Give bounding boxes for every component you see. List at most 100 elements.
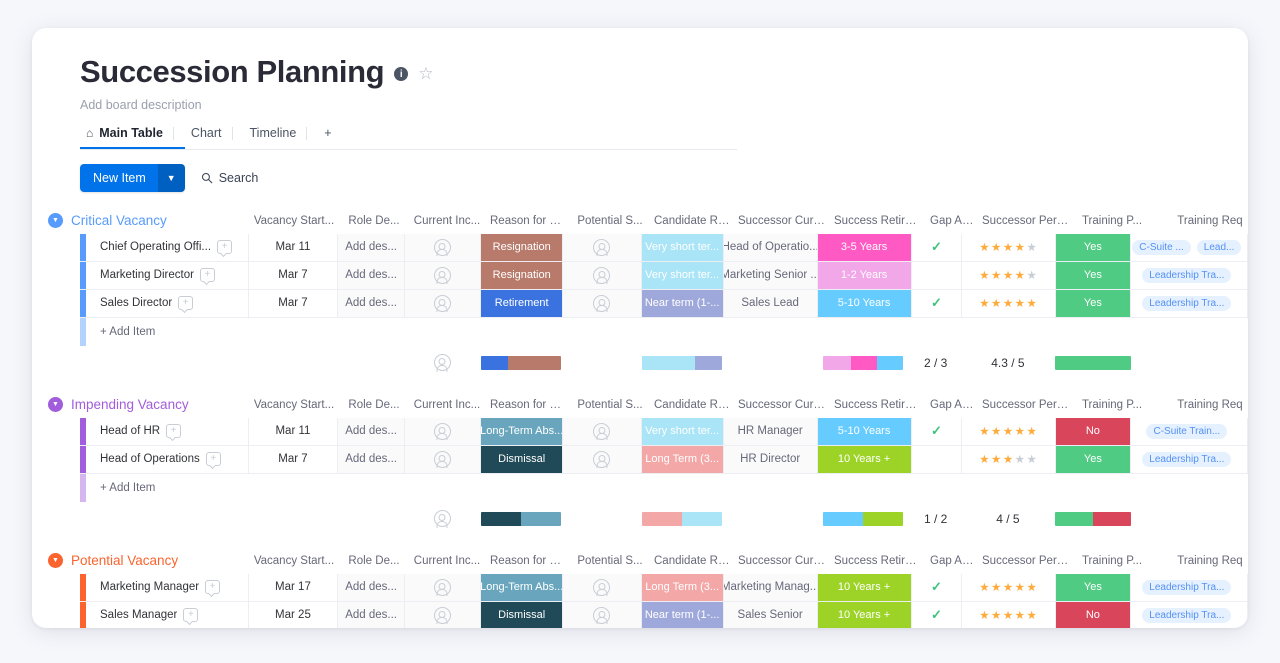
- column-header-retirement[interactable]: Success Retirem...: [830, 555, 926, 567]
- current-incumbent-avatar[interactable]: [433, 450, 451, 468]
- cell-current-incumbent[interactable]: [404, 445, 482, 473]
- cell-reason-for-replacement[interactable]: Resignation: [481, 261, 564, 289]
- cell-potential-successor[interactable]: [563, 445, 642, 473]
- column-header-role[interactable]: Role De...: [340, 555, 408, 567]
- cell-training-required[interactable]: Leadership Tra...: [1131, 573, 1248, 601]
- cell-reason-for-replacement[interactable]: Resignation: [481, 233, 564, 261]
- training-tag[interactable]: Leadership Tra...: [1142, 607, 1232, 623]
- column-header-performance[interactable]: Successor Perfo...: [978, 555, 1074, 567]
- cell-vacancy-start[interactable]: Mar 11: [249, 233, 339, 261]
- cell-gap-analysis[interactable]: ✓: [912, 417, 963, 445]
- column-header-training_p[interactable]: Training P...: [1074, 555, 1150, 567]
- cell-success-retirement[interactable]: 10 Years +: [817, 601, 912, 628]
- potential-successor-avatar[interactable]: [593, 238, 611, 256]
- group-collapse-toggle[interactable]: ▼: [48, 397, 63, 413]
- cell-current-incumbent[interactable]: [404, 417, 482, 445]
- cell-successor-current-role[interactable]: HR Manager: [723, 417, 818, 445]
- column-header-training_req[interactable]: Training Req: [1150, 399, 1248, 411]
- cell-role-description[interactable]: Add des...: [338, 417, 405, 445]
- cell-role-description[interactable]: Add des...: [338, 233, 405, 261]
- cell-candidate-readiness[interactable]: Long Term (3...: [641, 445, 724, 473]
- cell-role-description[interactable]: Add des...: [338, 445, 405, 473]
- add-update-icon[interactable]: +: [217, 240, 233, 255]
- column-header-potential[interactable]: Potential S...: [570, 555, 650, 567]
- star-icon[interactable]: ☆: [418, 64, 433, 84]
- cell-vacancy-start[interactable]: Mar 7: [249, 445, 339, 473]
- column-header-role[interactable]: Role De...: [340, 399, 408, 411]
- table-row[interactable]: Head of HR + Mar 11 Add des... Long-Term Abs…: [80, 417, 1248, 446]
- cell-training-provided[interactable]: No: [1056, 417, 1131, 445]
- cell-role-description[interactable]: Add des...: [338, 601, 405, 628]
- cell-success-retirement[interactable]: 3-5 Years: [817, 233, 912, 261]
- cell-gap-analysis[interactable]: ✓: [912, 601, 963, 628]
- cell-success-retirement[interactable]: 10 Years +: [817, 573, 912, 601]
- cell-vacancy-start[interactable]: Mar 25: [249, 601, 339, 628]
- cell-reason-for-replacement[interactable]: Long-Term Abs...: [481, 573, 564, 601]
- cell-item-name[interactable]: Chief Operating Offi... +: [86, 233, 249, 261]
- add-update-icon[interactable]: +: [183, 608, 199, 623]
- cell-successor-current-role[interactable]: Marketing Senior ...: [723, 261, 818, 289]
- add-update-icon[interactable]: +: [178, 296, 194, 311]
- column-header-incumbent[interactable]: Current Inc...: [408, 555, 486, 567]
- cell-vacancy-start[interactable]: Mar 7: [249, 261, 339, 289]
- cell-item-name[interactable]: Head of Operations +: [86, 445, 249, 473]
- cell-success-retirement[interactable]: 10 Years +: [817, 445, 912, 473]
- cell-reason-for-replacement[interactable]: Dismissal: [481, 601, 564, 628]
- column-header-readiness[interactable]: Candidate Re...: [650, 555, 734, 567]
- tab-add-view[interactable]: +: [306, 119, 353, 149]
- column-header-retirement[interactable]: Success Retirem...: [830, 215, 926, 227]
- cell-successor-current-role[interactable]: Marketing Manag...: [723, 573, 818, 601]
- cell-role-description[interactable]: Add des...: [338, 289, 405, 317]
- cell-training-provided[interactable]: Yes: [1056, 233, 1131, 261]
- cell-success-retirement[interactable]: 1-2 Years: [817, 261, 912, 289]
- cell-candidate-readiness[interactable]: Long Term (3...: [641, 573, 724, 601]
- cell-success-retirement[interactable]: 5-10 Years: [817, 417, 912, 445]
- cell-vacancy-start[interactable]: Mar 7: [249, 289, 339, 317]
- cell-current-incumbent[interactable]: [404, 601, 482, 628]
- current-incumbent-avatar[interactable]: [433, 266, 451, 284]
- column-header-role[interactable]: Role De...: [340, 215, 408, 227]
- cell-current-incumbent[interactable]: [404, 233, 482, 261]
- potential-successor-avatar[interactable]: [593, 422, 611, 440]
- add-update-icon[interactable]: +: [166, 424, 182, 439]
- column-header-potential[interactable]: Potential S...: [570, 399, 650, 411]
- training-tag[interactable]: C-Suite ...: [1132, 239, 1191, 255]
- current-incumbent-avatar[interactable]: [433, 422, 451, 440]
- column-header-training_req[interactable]: Training Req: [1150, 215, 1248, 227]
- potential-successor-avatar[interactable]: [593, 266, 611, 284]
- board-description[interactable]: Add board description: [80, 98, 1248, 112]
- cell-successor-current-role[interactable]: HR Director: [723, 445, 818, 473]
- cell-candidate-readiness[interactable]: Very short ter...: [641, 417, 724, 445]
- cell-successor-performance[interactable]: ★★★★★: [962, 261, 1057, 289]
- current-incumbent-avatar[interactable]: [433, 294, 451, 312]
- cell-successor-performance[interactable]: ★★★★★: [962, 289, 1057, 317]
- column-header-potential[interactable]: Potential S...: [570, 215, 650, 227]
- training-tag[interactable]: Leadership Tra...: [1142, 267, 1232, 283]
- potential-successor-avatar[interactable]: [593, 294, 611, 312]
- cell-training-required[interactable]: C-Suite Train...: [1131, 417, 1248, 445]
- cell-training-provided[interactable]: Yes: [1056, 573, 1131, 601]
- column-header-performance[interactable]: Successor Perfo...: [978, 215, 1074, 227]
- potential-successor-avatar[interactable]: [593, 606, 611, 624]
- table-row[interactable]: Chief Operating Offi... + Mar 11 Add des...…: [80, 233, 1248, 262]
- add-update-icon[interactable]: +: [199, 268, 215, 283]
- summary-avatar[interactable]: [433, 510, 451, 528]
- column-header-reason[interactable]: Reason for Rep...: [486, 399, 570, 411]
- cell-training-required[interactable]: Leadership Tra...: [1131, 445, 1248, 473]
- table-area[interactable]: ▼ Critical Vacancy Vacancy Start... Role De…: [32, 208, 1248, 628]
- cell-potential-successor[interactable]: [563, 289, 642, 317]
- tab-chart[interactable]: Chart: [173, 119, 244, 149]
- column-header-current_role[interactable]: Successor Curr...: [734, 215, 830, 227]
- cell-successor-performance[interactable]: ★★★★★: [962, 233, 1057, 261]
- cell-successor-current-role[interactable]: Sales Senior: [723, 601, 818, 628]
- column-header-gap[interactable]: Gap Ana...: [926, 555, 978, 567]
- cell-current-incumbent[interactable]: [404, 289, 482, 317]
- cell-successor-current-role[interactable]: Sales Lead: [723, 289, 818, 317]
- cell-item-name[interactable]: Sales Director +: [86, 289, 249, 317]
- cell-potential-successor[interactable]: [563, 233, 642, 261]
- cell-training-provided[interactable]: Yes: [1056, 289, 1131, 317]
- cell-gap-analysis[interactable]: ✓: [912, 233, 963, 261]
- add-update-icon[interactable]: +: [205, 580, 221, 595]
- column-header-training_p[interactable]: Training P...: [1074, 399, 1150, 411]
- cell-reason-for-replacement[interactable]: Long-Term Abs...: [481, 417, 564, 445]
